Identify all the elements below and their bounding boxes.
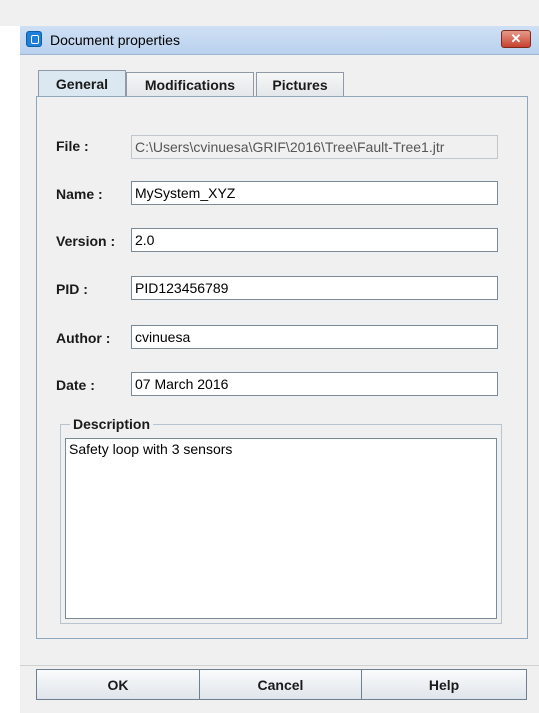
- pid-label: PID :: [56, 281, 88, 297]
- file-label: File :: [56, 138, 89, 154]
- description-legend: Description: [70, 416, 154, 432]
- tab-general[interactable]: General: [38, 70, 126, 98]
- cancel-button[interactable]: Cancel: [199, 669, 362, 700]
- title-bar[interactable]: Document properties ✕: [20, 26, 539, 55]
- document-app-icon: [26, 31, 42, 47]
- version-label: Version :: [56, 233, 116, 249]
- background-strip: [0, 26, 20, 713]
- window-title: Document properties: [50, 32, 180, 48]
- pid-field[interactable]: [131, 276, 498, 300]
- date-field[interactable]: [131, 372, 498, 396]
- date-label: Date :: [56, 377, 95, 393]
- name-field[interactable]: [131, 181, 498, 205]
- ok-button[interactable]: OK: [36, 669, 200, 700]
- tab-modifications[interactable]: Modifications: [126, 72, 254, 98]
- footer-divider: [20, 665, 539, 666]
- tab-pictures[interactable]: Pictures: [256, 72, 344, 98]
- close-button[interactable]: ✕: [501, 30, 531, 48]
- version-field[interactable]: [131, 228, 498, 252]
- author-label: Author :: [56, 330, 111, 346]
- document-properties-dialog: Document properties ✕ General Modificati…: [0, 0, 539, 713]
- close-icon: ✕: [510, 31, 522, 46]
- file-path-field[interactable]: [131, 135, 498, 159]
- description-textarea[interactable]: Safety loop with 3 sensors: [65, 438, 497, 619]
- name-label: Name :: [56, 186, 103, 202]
- help-button[interactable]: Help: [361, 669, 527, 700]
- author-field[interactable]: [131, 325, 498, 349]
